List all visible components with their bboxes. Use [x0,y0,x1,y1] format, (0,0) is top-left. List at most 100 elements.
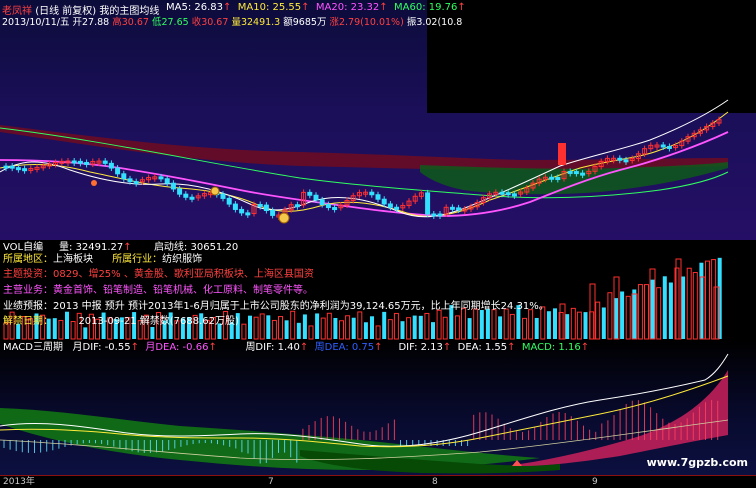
volume-bar [363,322,368,339]
volume-bar [668,282,673,339]
candle-body [425,192,431,215]
candle-body [375,194,381,200]
volume-bar [601,307,606,339]
volume-bar [357,311,363,340]
volume-bar [271,319,277,340]
volume-bar [150,326,155,339]
watermark: www.7gpzb.com [646,456,748,469]
candle-body [567,170,573,174]
volume-bar [266,315,271,339]
volume-title[interactable]: VOL自编 [3,242,43,253]
volume-bar [576,311,582,340]
volume-bar [375,325,381,340]
candle-body [133,181,139,185]
volume-bar [400,321,405,339]
candle-body [499,191,505,195]
dea-value: DEA: 1.55 [457,342,508,353]
volume-bar [351,317,356,339]
time-tick-label: 7 [268,477,274,487]
forecast-label: 业绩预报： [3,301,53,312]
time-axis[interactable]: 2013年 7 8 9 [0,475,756,488]
candle-body [319,199,325,206]
candle-body [270,210,276,216]
candle-body [115,167,121,175]
volume-bar [290,310,296,340]
ma20-label: MA20: 23.32 [315,2,380,13]
quote-amplitude: 振3.02(10.8 [406,17,463,28]
candle-body [666,145,672,149]
month-dea-value: 月DEA: -0.66 [145,342,209,353]
candle-body [394,206,400,210]
volume-bar [315,313,320,339]
ma10-arrow-icon: ↑ [301,2,310,13]
volume-panel[interactable]: VOL自编 量: 32491.27↑ 启动线: 30651.20 所属地区：上海… [0,240,756,340]
price-chart-panel[interactable]: 老凤祥 (日线 前复权) 我的主图均线 MA5: 26.83↑ MA10: 25… [0,0,756,240]
quote-amount: 额9685万 [283,17,327,28]
concept-label: 主题投资： [3,269,53,280]
volume-bar [320,317,326,340]
candle-body [15,167,21,171]
volume-bar [241,323,247,340]
volume-bar [522,317,527,340]
volume-bar [431,322,435,339]
macd-panel[interactable]: MACD三周期 月DIF: -0.55↑ 月DEA: -0.66↑ 周DIF: … [0,340,756,475]
candle-body [555,177,561,181]
volume-bar [370,316,374,339]
ma10-label: MA10: 25.55 [237,2,302,13]
candle-body [226,197,232,205]
candle-body [257,204,263,208]
candle-body [307,191,313,196]
macd-chart-canvas [0,353,729,474]
volume-bar [620,291,625,339]
candle-body [232,203,238,210]
macd-header: MACD三周期 月DIF: -0.55↑ 月DEA: -0.66↑ 周DIF: … [3,341,589,354]
volume-bar [339,320,344,340]
candle-body [239,208,245,214]
volume-bar [656,287,662,340]
volume-bar [491,309,497,340]
macd-magenta-area [520,370,728,466]
region-label: 所属地区： [3,254,53,265]
event-marker-icon [210,186,220,196]
industry-label: 所属行业： [112,254,163,265]
volume-bar [406,317,412,340]
macd-title[interactable]: MACD三周期 [3,342,63,353]
month-dea-arrow-icon: ↑ [208,342,217,353]
volume-bar [528,309,534,340]
week-dif-value: 周DIF: 1.40 [245,342,300,353]
week-dif-arrow-icon: ↑ [299,342,309,353]
quote-change: 涨2.79(10.01%) [329,17,404,28]
candle-body [332,207,338,211]
volume-bar [248,315,252,339]
volume-bar [296,322,301,339]
volume-bar [644,284,649,340]
quote-open: 开27.88 [72,17,110,28]
business-label: 主营业务： [3,285,53,296]
volume-bar [302,314,307,339]
business-row: 主营业务：黄金首饰、铅笔制造、铅笔机械、化工原料、制笔零件等。 [3,284,313,297]
candle-body [558,143,566,165]
candle-body [580,172,586,176]
volume-bar [253,316,259,340]
volume-bar [284,320,289,339]
concept-row: 主题投资：0829、增25% 、黄金股、歌利亚局积板块、上海区县国资 [3,268,314,281]
volume-bar [509,313,515,340]
quote-line: 2013/10/11/五 开27.88 高30.67 低27.65 收30.67… [2,14,462,28]
forecast-value: 2013 中报 预升 预计2013年1-6月归属于上市公司股东的净利润为39,1… [53,301,549,312]
time-tick-label: 2013年 [3,477,35,487]
dif-value: DIF: 2.13 [398,342,443,353]
candle-body [71,160,77,164]
quote-close: 收30.67 [191,17,229,28]
candle-body [387,203,393,208]
volume-bar [83,327,88,339]
volume-bar [333,318,338,339]
candle-body [77,160,83,164]
volume-bar [418,315,423,339]
candle-body [121,173,127,180]
ma60-arrow-icon: ↑ [457,2,466,13]
week-dea-value: 周DEA: 0.75 [314,342,375,353]
quote-high: 高30.67 [112,17,149,28]
time-tick-label: 8 [432,477,438,487]
ma60-label: MA60: 19.76 [394,2,458,13]
candle-body [183,193,189,198]
